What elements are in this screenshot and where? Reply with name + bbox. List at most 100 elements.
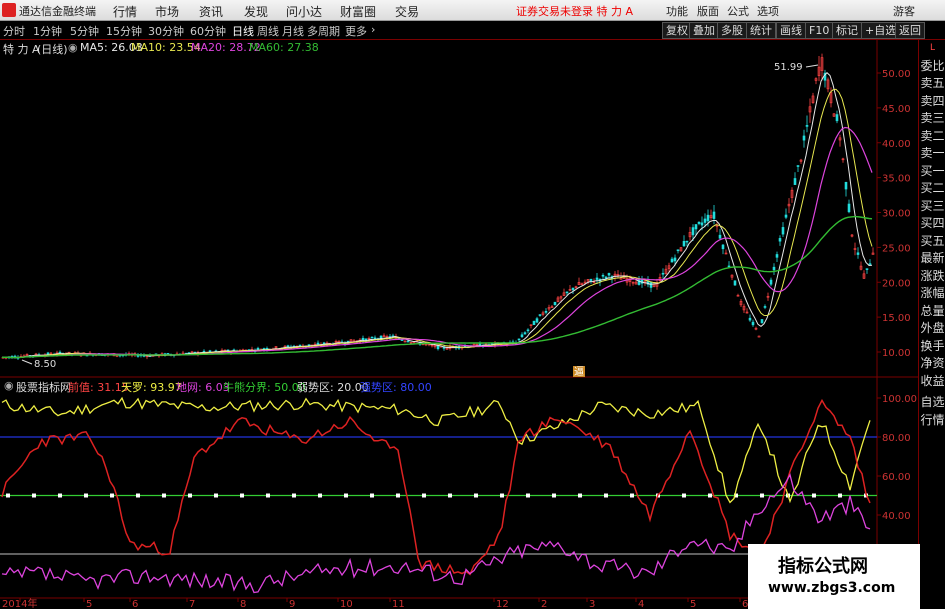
- candle-body: [697, 221, 701, 224]
- bull-bear-marker: [682, 493, 686, 498]
- sidebar-item[interactable]: 涨幅: [919, 285, 945, 303]
- bull-bear-marker: [58, 493, 62, 498]
- bull-bear-marker: [500, 493, 504, 498]
- candle-body: [868, 263, 872, 265]
- candle-body: [694, 224, 698, 230]
- sidebar-item[interactable]: 换手: [919, 338, 945, 356]
- price-tick-label: 15.00: [882, 313, 911, 324]
- bull-bear-marker: [110, 493, 114, 498]
- candle-body: [526, 329, 530, 332]
- date-tick-label: 9: [289, 599, 295, 609]
- sidebar-item[interactable]: 净资: [919, 355, 945, 373]
- candle-body: [673, 257, 677, 262]
- candle-body: [844, 182, 848, 190]
- sidebar-item[interactable]: 卖二: [919, 128, 945, 146]
- sidebar-item[interactable]: 卖一: [919, 145, 945, 163]
- bull-bear-marker: [396, 493, 400, 498]
- sidebar-item[interactable]: 买一: [919, 163, 945, 181]
- sidebar-item[interactable]: 总量: [919, 303, 945, 321]
- date-tick-label: 12: [496, 599, 509, 609]
- bull-bear-marker: [552, 493, 556, 498]
- indicator-value-e: 弱势区: 20.00: [297, 381, 369, 394]
- candle-body: [769, 279, 773, 285]
- candle-body: [544, 310, 548, 313]
- candle-body: [721, 244, 725, 250]
- candle-body: [760, 319, 764, 324]
- price-tick-label: 30.00: [882, 209, 911, 220]
- candle-body: [835, 114, 839, 122]
- bull-bear-marker: [292, 493, 296, 498]
- candle-body: [406, 340, 410, 343]
- bull-bear-marker: [84, 493, 88, 498]
- candle-body: [700, 222, 704, 226]
- candle-body: [256, 347, 260, 350]
- date-tick-label: 8: [240, 599, 246, 609]
- watermark: 指标公式网 www.zbgs3.com: [748, 544, 920, 609]
- sidebar-item[interactable]: 最新: [919, 250, 945, 268]
- candle-body: [784, 214, 788, 218]
- date-tick-label: 3: [589, 599, 595, 609]
- candle-body: [856, 252, 860, 255]
- indicator-tick-label: 100.00: [882, 394, 917, 405]
- candle-body: [523, 332, 527, 335]
- price-tick-label: 35.00: [882, 174, 911, 185]
- sidebar-item[interactable]: 买四: [919, 215, 945, 233]
- candle-body: [796, 165, 800, 167]
- sidebar-item[interactable]: 卖四: [919, 93, 945, 111]
- candle-body: [685, 240, 689, 243]
- candle-body: [520, 334, 524, 338]
- sidebar-item[interactable]: 委比: [919, 58, 945, 76]
- candle-body: [538, 314, 542, 316]
- candle-body: [589, 278, 593, 281]
- sidebar-item[interactable]: 涨跌: [919, 268, 945, 286]
- candle-body: [772, 266, 776, 271]
- candle-body: [58, 351, 62, 354]
- candle-body: [781, 227, 785, 235]
- indicator-tick-label: 60.00: [882, 472, 911, 483]
- candle-body: [757, 335, 761, 338]
- high-arrow: [805, 64, 819, 68]
- bull-bear-marker: [370, 493, 374, 498]
- candle-body: [733, 280, 737, 286]
- sidebar-item[interactable]: 买五: [919, 233, 945, 251]
- indicator-value-c: 地网: 6.03: [176, 381, 230, 394]
- bull-bear-marker: [812, 493, 816, 498]
- sidebar-top-icon[interactable]: L: [919, 40, 945, 58]
- indicator-tick-label: 40.00: [882, 511, 911, 522]
- date-tick-label: 10: [340, 599, 353, 609]
- ma20-line: [1, 126, 873, 359]
- sidebar-item[interactable]: 卖五: [919, 75, 945, 93]
- sidebar-item[interactable]: 买二: [919, 180, 945, 198]
- indicator-value-b: 天罗: 93.97: [121, 381, 182, 394]
- indicator-settings-icon[interactable]: ◉: [4, 379, 14, 392]
- sidebar-item[interactable]: 卖三: [919, 110, 945, 128]
- date-tick-label: 6: [132, 599, 138, 609]
- price-tick-label: 10.00: [882, 348, 911, 359]
- bull-bear-marker: [214, 493, 218, 498]
- sidebar-item[interactable]: 外盘: [919, 320, 945, 338]
- sidebar-item[interactable]: 收益: [919, 373, 945, 391]
- price-tick-label: 20.00: [882, 278, 911, 289]
- candle-body: [805, 125, 809, 127]
- candle-body: [595, 277, 599, 280]
- candle-body: [649, 282, 653, 288]
- candle-body: [286, 345, 290, 347]
- low-arrow: [21, 359, 33, 365]
- settings-icon[interactable]: ◉: [68, 41, 78, 54]
- bull-bear-marker: [838, 493, 842, 498]
- candle-body: [532, 320, 536, 325]
- date-tick-label: 7: [189, 599, 195, 609]
- sidebar-item[interactable]: 行情: [919, 412, 945, 430]
- kline-chart[interactable]: 50.00 45.00 40.00 35.00 30.00 25.00 20.00 15.00…: [0, 0, 918, 609]
- candle-body: [517, 338, 521, 341]
- candle-body: [763, 306, 767, 308]
- price-tick-label: 40.00: [882, 139, 911, 150]
- sidebar-item[interactable]: 买三: [919, 198, 945, 216]
- price-tick-label: 25.00: [882, 243, 911, 254]
- bull-bear-marker: [630, 493, 634, 498]
- ma10-line: [1, 88, 873, 358]
- period-label: (日线): [37, 43, 68, 56]
- price-tick-label: 50.00: [882, 69, 911, 80]
- candle-body: [661, 272, 665, 275]
- sidebar-item[interactable]: 自选: [919, 394, 945, 412]
